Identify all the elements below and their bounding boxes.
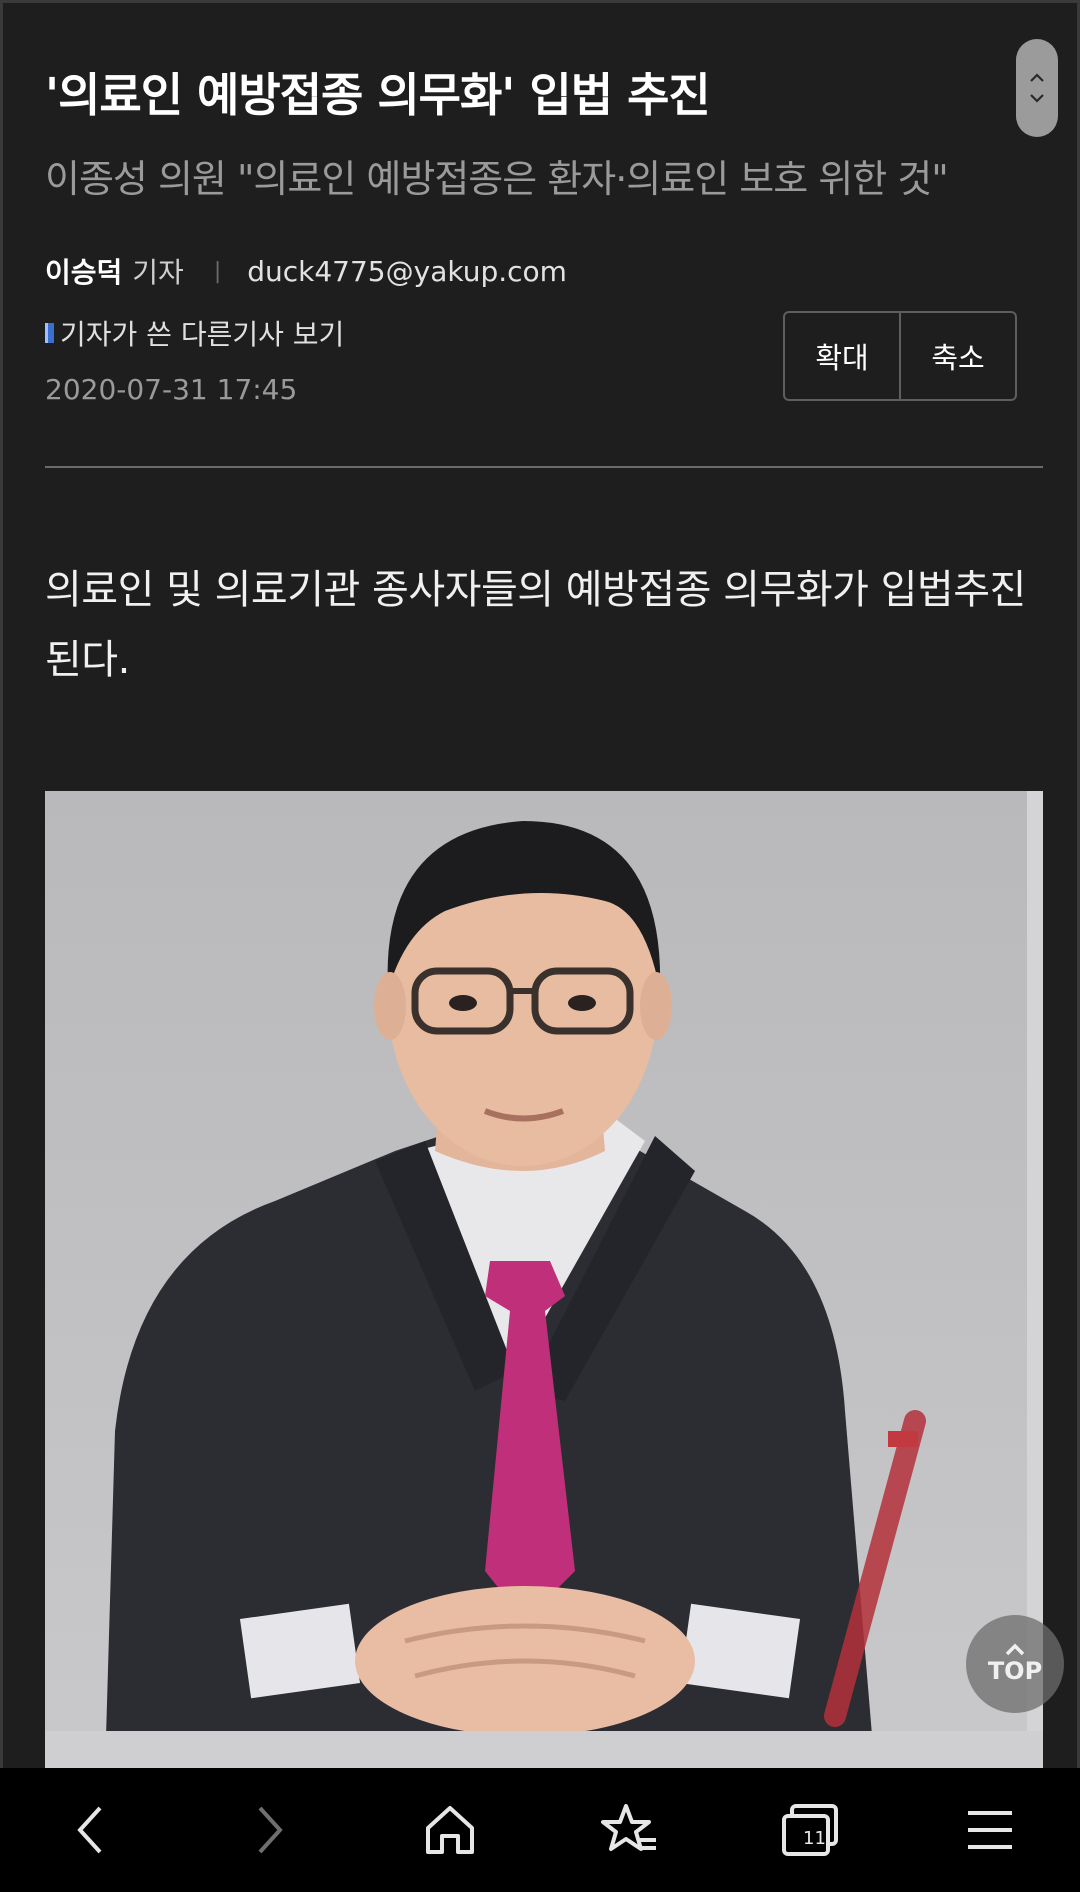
browser-bottom-bar: 11 (0, 1768, 1080, 1892)
article-page: '의료인 예방접종 의무화' 입법 추진 이종성 의원 "의료인 예방접종은 환… (0, 0, 1080, 1768)
header-divider (45, 466, 1043, 468)
byline-separator: | (213, 258, 222, 284)
home-button[interactable] (395, 1785, 505, 1875)
home-icon (426, 1806, 474, 1854)
caret-up-icon (1005, 1643, 1025, 1656)
bookmark-star-icon (601, 1804, 656, 1851)
author-role: 기자 (132, 256, 184, 289)
back-icon (77, 1806, 102, 1854)
forward-icon (258, 1806, 283, 1854)
more-articles-label: 기자가 쓴 다른기사 보기 (60, 318, 345, 351)
font-size-controls: 확대 축소 (783, 311, 1017, 401)
more-articles-link[interactable]: 기자가 쓴 다른기사 보기 (45, 313, 344, 353)
article-date: 2020-07-31 17:45 (45, 373, 298, 406)
article-lead: 의료인 및 의료기관 종사자들의 예방접종 의무화가 입법추진된다. (45, 567, 1026, 683)
chevron-down-icon (1030, 94, 1044, 103)
article-title: '의료인 예방접종 의무화' 입법 추진 (45, 68, 711, 122)
tabs-button[interactable]: 11 (755, 1785, 865, 1875)
menu-button[interactable] (935, 1785, 1045, 1875)
chevron-up-icon (1030, 73, 1044, 82)
top-label: TOP (987, 1657, 1043, 1685)
link-bullet-icon (45, 323, 54, 343)
zoom-in-button[interactable]: 확대 (785, 313, 899, 399)
article-subtitle: 이종성 의원 "의료인 예방접종은 환자·의료인 보호 위한 것" (45, 157, 949, 201)
bookmarks-button[interactable] (575, 1785, 685, 1875)
article-photo (45, 791, 1043, 1768)
zoom-out-button[interactable]: 축소 (899, 313, 1015, 399)
forward-button[interactable] (215, 1785, 325, 1875)
scroll-to-top-button[interactable]: TOP (966, 1615, 1064, 1713)
back-button[interactable] (35, 1785, 145, 1875)
tab-count-badge: 11 (803, 1828, 826, 1849)
byline: 이승덕 기자 | duck4775@yakup.com (45, 251, 567, 291)
author-email[interactable]: duck4775@yakup.com (247, 255, 567, 288)
menu-icon (968, 1811, 1012, 1849)
portrait-illustration (45, 791, 1043, 1768)
author-name: 이승덕 (45, 256, 123, 289)
scroll-handle[interactable] (1016, 39, 1058, 137)
